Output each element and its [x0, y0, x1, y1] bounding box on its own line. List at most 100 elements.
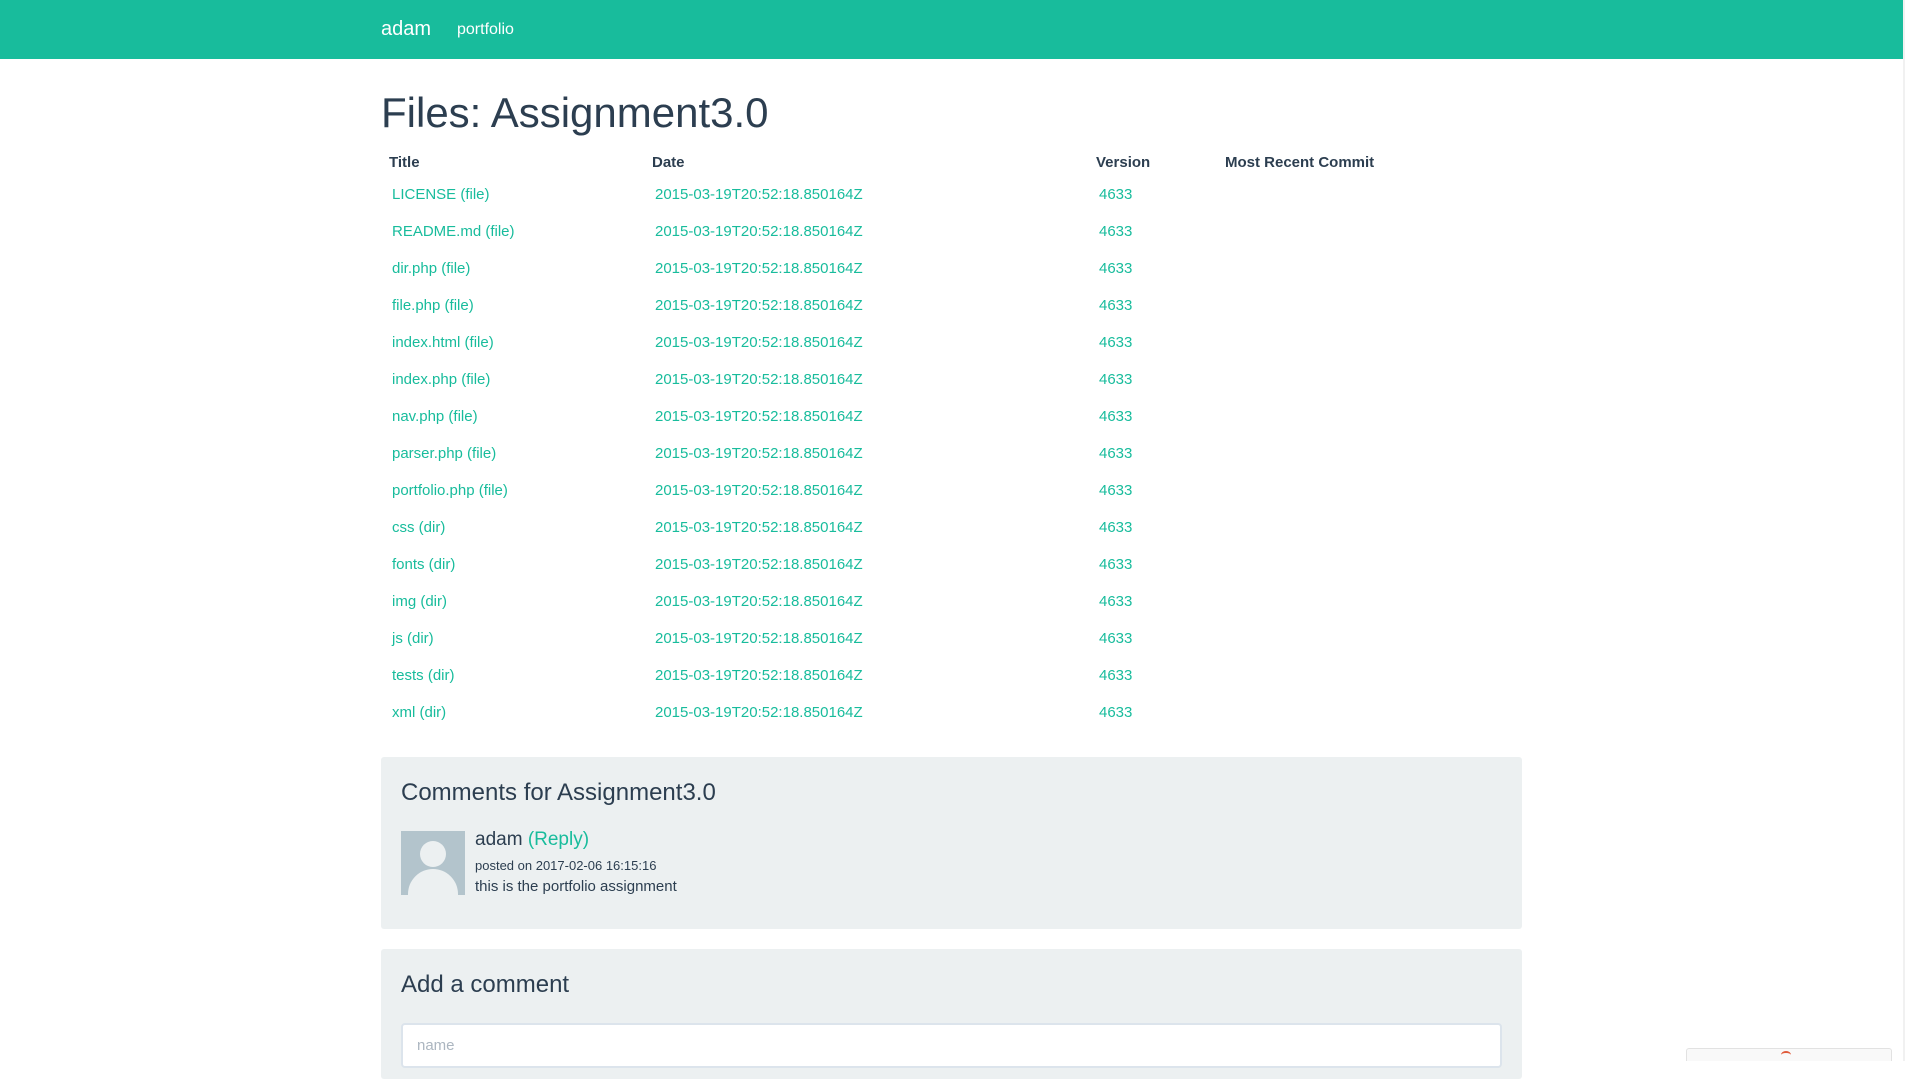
table-cell-version: 4633	[1088, 620, 1217, 657]
table-cell-commit	[1217, 546, 1517, 583]
table-cell-date: 2015-03-19T20:52:18.850164Z	[644, 361, 1088, 398]
table-cell-title: LICENSE (file)	[381, 176, 644, 213]
table-cell-version: 4633	[1088, 694, 1217, 731]
table-cell-commit	[1217, 398, 1517, 435]
table-row: README.md (file) 2015-03-19T20:52:18.8501…	[381, 213, 1517, 250]
table-cell-version: 4633	[1088, 657, 1217, 694]
table-cell-commit	[1217, 583, 1517, 620]
table-cell-date: 2015-03-19T20:52:18.850164Z	[644, 509, 1088, 546]
file-date-link[interactable]: 2015-03-19T20:52:18.850164Z	[655, 445, 863, 462]
file-title-link[interactable]: css (dir)	[392, 519, 445, 536]
table-cell-date: 2015-03-19T20:52:18.850164Z	[644, 435, 1088, 472]
file-date-link[interactable]: 2015-03-19T20:52:18.850164Z	[655, 519, 863, 536]
file-title-link[interactable]: xml (dir)	[392, 704, 446, 721]
file-title-link[interactable]: index.php (file)	[392, 371, 490, 388]
table-row: js (dir) 2015-03-19T20:52:18.850164Z 4633	[381, 620, 1517, 657]
table-cell-commit	[1217, 472, 1517, 509]
corner-badge[interactable]	[1686, 1048, 1892, 1061]
file-date-link[interactable]: 2015-03-19T20:52:18.850164Z	[655, 371, 863, 388]
name-input[interactable]	[401, 1023, 1502, 1068]
table-cell-commit	[1217, 435, 1517, 472]
table-cell-title: index.html (file)	[381, 324, 644, 361]
comment-meta: posted on 2017-02-06 16:15:16	[475, 858, 657, 873]
file-version-link[interactable]: 4633	[1099, 186, 1132, 203]
table-cell-date: 2015-03-19T20:52:18.850164Z	[644, 583, 1088, 620]
file-title-link[interactable]: index.html (file)	[392, 334, 494, 351]
file-date-link[interactable]: 2015-03-19T20:52:18.850164Z	[655, 334, 863, 351]
file-version-link[interactable]: 4633	[1099, 334, 1132, 351]
file-version-link[interactable]: 4633	[1099, 704, 1132, 721]
file-version-link[interactable]: 4633	[1099, 519, 1132, 536]
nav-link-portfolio[interactable]: portfolio	[457, 21, 514, 39]
table-row: tests (dir) 2015-03-19T20:52:18.850164Z 46…	[381, 657, 1517, 694]
file-version-link[interactable]: 4633	[1099, 408, 1132, 425]
table-cell-commit	[1217, 509, 1517, 546]
table-cell-version: 4633	[1088, 287, 1217, 324]
table-cell-commit	[1217, 657, 1517, 694]
table-cell-date: 2015-03-19T20:52:18.850164Z	[644, 620, 1088, 657]
file-date-link[interactable]: 2015-03-19T20:52:18.850164Z	[655, 593, 863, 610]
table-cell-version: 4633	[1088, 361, 1217, 398]
table-cell-date: 2015-03-19T20:52:18.850164Z	[644, 398, 1088, 435]
file-date-link[interactable]: 2015-03-19T20:52:18.850164Z	[655, 556, 863, 573]
table-row: parser.php (file) 2015-03-19T20:52:18.850…	[381, 435, 1517, 472]
file-title-link[interactable]: README.md (file)	[392, 223, 515, 240]
table-row: fonts (dir) 2015-03-19T20:52:18.850164Z 46…	[381, 546, 1517, 583]
file-date-link[interactable]: 2015-03-19T20:52:18.850164Z	[655, 704, 863, 721]
file-date-link[interactable]: 2015-03-19T20:52:18.850164Z	[655, 223, 863, 240]
file-version-link[interactable]: 4633	[1099, 223, 1132, 240]
file-title-link[interactable]: dir.php (file)	[392, 260, 470, 277]
table-row: img (dir) 2015-03-19T20:52:18.850164Z 4633	[381, 583, 1517, 620]
table-cell-title: xml (dir)	[381, 694, 644, 731]
comment-reply-link[interactable]: (Reply)	[528, 829, 589, 850]
file-version-link[interactable]: 4633	[1099, 593, 1132, 610]
file-version-link[interactable]: 4633	[1099, 260, 1132, 277]
table-cell-date: 2015-03-19T20:52:18.850164Z	[644, 287, 1088, 324]
file-version-link[interactable]: 4633	[1099, 667, 1132, 684]
table-cell-title: css (dir)	[381, 509, 644, 546]
file-date-link[interactable]: 2015-03-19T20:52:18.850164Z	[655, 667, 863, 684]
table-cell-version: 4633	[1088, 250, 1217, 287]
file-date-link[interactable]: 2015-03-19T20:52:18.850164Z	[655, 482, 863, 499]
table-cell-date: 2015-03-19T20:52:18.850164Z	[644, 324, 1088, 361]
file-date-link[interactable]: 2015-03-19T20:52:18.850164Z	[655, 260, 863, 277]
file-version-link[interactable]: 4633	[1099, 297, 1132, 314]
file-date-link[interactable]: 2015-03-19T20:52:18.850164Z	[655, 297, 863, 314]
table-cell-commit	[1217, 287, 1517, 324]
table-cell-version: 4633	[1088, 546, 1217, 583]
page-title: Files: Assignment3.0	[381, 89, 769, 136]
comment-author: adam	[475, 829, 523, 850]
table-cell-title: file.php (file)	[381, 287, 644, 324]
file-title-link[interactable]: tests (dir)	[392, 667, 455, 684]
comments-heading: Comments for Assignment3.0	[401, 779, 716, 806]
table-cell-title: js (dir)	[381, 620, 644, 657]
file-title-link[interactable]: fonts (dir)	[392, 556, 455, 573]
file-version-link[interactable]: 4633	[1099, 556, 1132, 573]
file-date-link[interactable]: 2015-03-19T20:52:18.850164Z	[655, 186, 863, 203]
table-cell-version: 4633	[1088, 583, 1217, 620]
file-title-link[interactable]: portfolio.php (file)	[392, 482, 508, 499]
table-cell-version: 4633	[1088, 509, 1217, 546]
add-comment-heading: Add a comment	[401, 971, 570, 998]
file-title-link[interactable]: js (dir)	[392, 630, 434, 647]
table-cell-title: index.php (file)	[381, 361, 644, 398]
file-title-link[interactable]: nav.php (file)	[392, 408, 478, 425]
file-date-link[interactable]: 2015-03-19T20:52:18.850164Z	[655, 408, 863, 425]
table-cell-version: 4633	[1088, 435, 1217, 472]
files-table: Title Date Version Most Recent Commit LI…	[381, 148, 1517, 731]
table-cell-date: 2015-03-19T20:52:18.850164Z	[644, 250, 1088, 287]
table-row: index.php (file) 2015-03-19T20:52:18.8501…	[381, 361, 1517, 398]
table-cell-date: 2015-03-19T20:52:18.850164Z	[644, 213, 1088, 250]
file-title-link[interactable]: file.php (file)	[392, 297, 474, 314]
file-version-link[interactable]: 4633	[1099, 445, 1132, 462]
brand-link[interactable]: adam	[381, 18, 431, 41]
file-title-link[interactable]: parser.php (file)	[392, 445, 496, 462]
file-title-link[interactable]: img (dir)	[392, 593, 447, 610]
file-version-link[interactable]: 4633	[1099, 630, 1132, 647]
file-version-link[interactable]: 4633	[1099, 482, 1132, 499]
column-header-title: Title	[389, 153, 420, 171]
file-version-link[interactable]: 4633	[1099, 371, 1132, 388]
add-comment-panel: Add a comment	[381, 949, 1522, 1079]
file-title-link[interactable]: LICENSE (file)	[392, 186, 490, 203]
file-date-link[interactable]: 2015-03-19T20:52:18.850164Z	[655, 630, 863, 647]
